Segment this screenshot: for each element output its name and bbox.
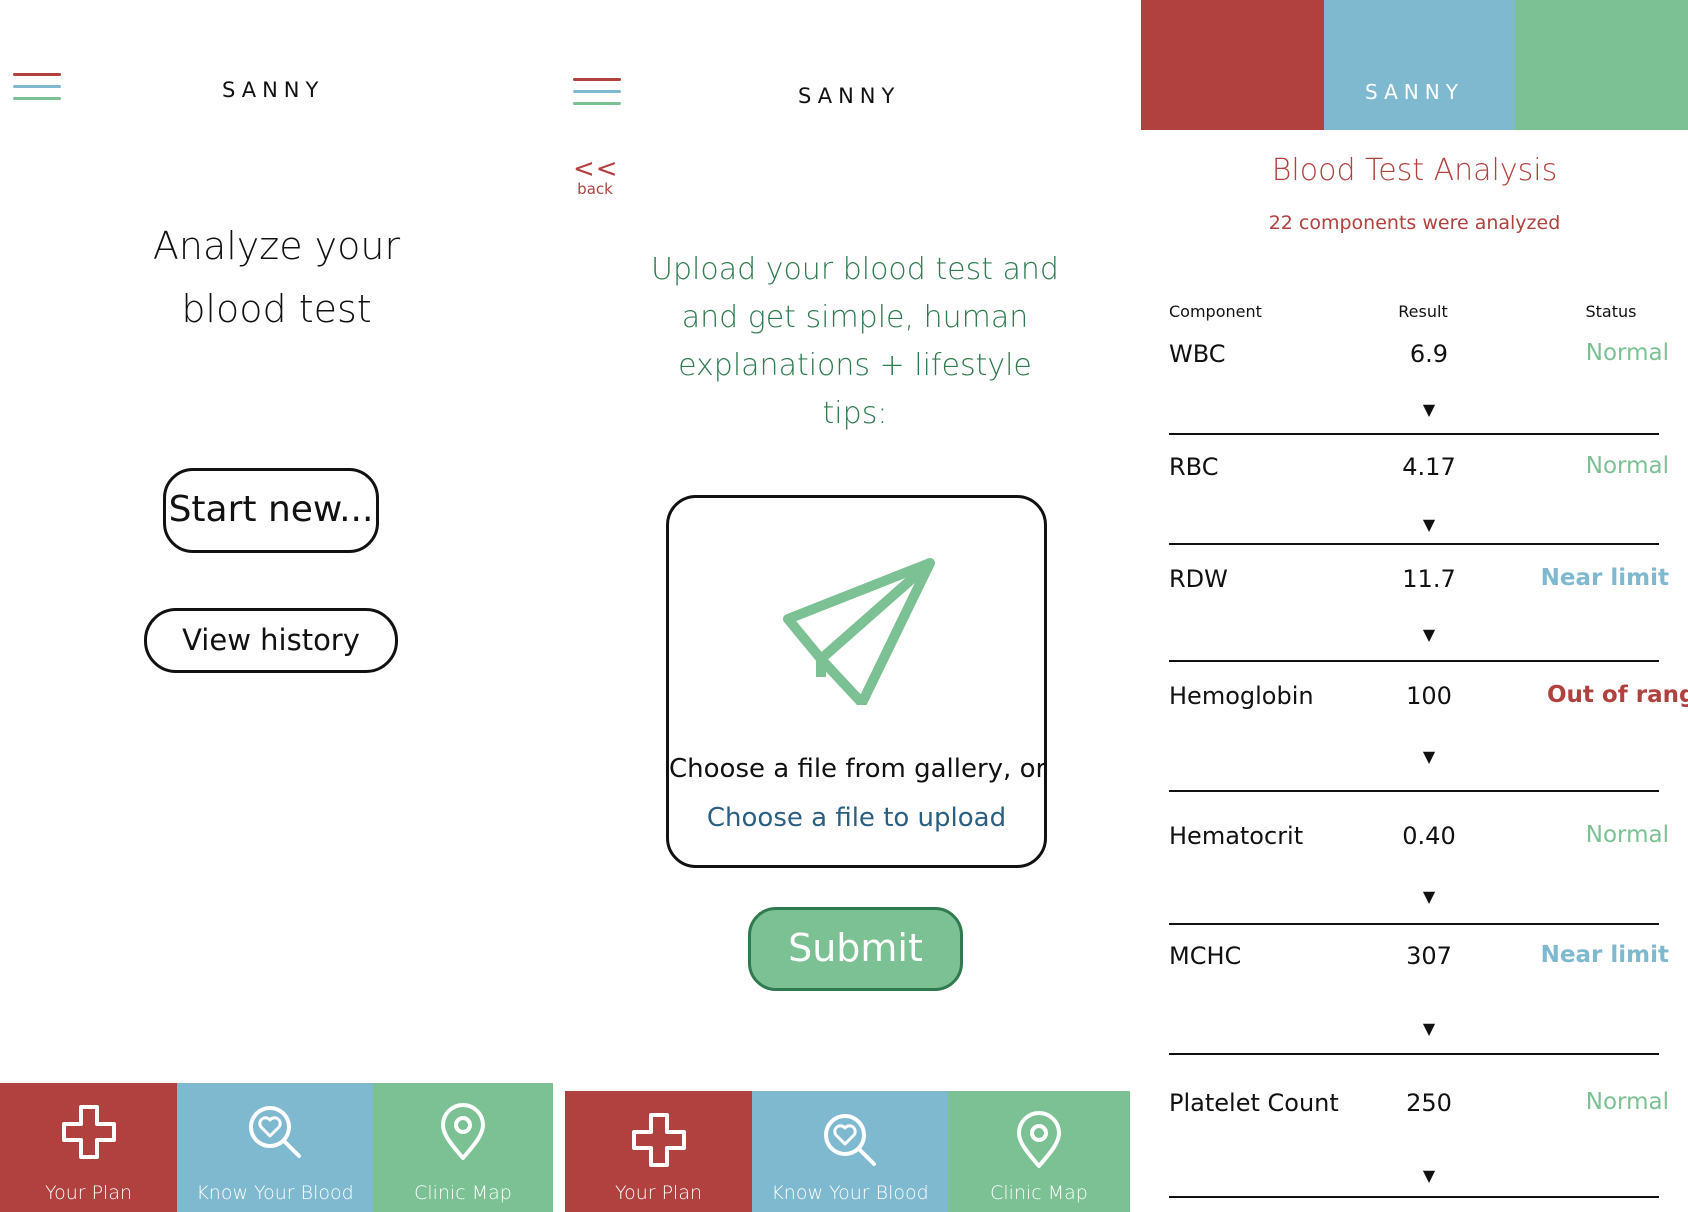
expand-arrow-icon[interactable]: ▼ (1399, 625, 1459, 644)
bottom-nav: Your Plan Know Your Blood Clinic Map (565, 1091, 1130, 1212)
medical-cross-icon (631, 1113, 686, 1167)
component-name: WBC (1169, 340, 1226, 368)
component-name: Hematocrit (1169, 822, 1304, 850)
tab-label: Your Plan (614, 1182, 703, 1204)
table-row[interactable]: RDW 11.7 ▼ Near limit (1169, 565, 1669, 662)
page-title: Analyze your blood test (0, 215, 553, 341)
tab-label: Your Plan (44, 1182, 133, 1204)
tab-your-plan[interactable]: Your Plan (565, 1091, 752, 1212)
analysis-screen: SANNY Blood Test Analysis 22 components … (1141, 0, 1688, 1212)
component-result: 250 (1406, 1089, 1452, 1117)
status-badge: Normal (1585, 1089, 1669, 1115)
tab-your-plan[interactable]: Your Plan (0, 1083, 177, 1212)
home-screen: SANNY Analyze your blood test Start new.… (0, 0, 553, 1212)
component-name: Hemoglobin (1169, 682, 1314, 710)
component-result: 6.9 (1409, 340, 1449, 368)
status-badge: Out of range (1547, 682, 1688, 708)
column-header-result: Result (1398, 302, 1448, 321)
intro-line: Upload your blood test and (651, 252, 1059, 287)
component-result: 100 (1406, 682, 1452, 710)
tab-label: Clinic Map (414, 1182, 512, 1204)
medical-cross-icon (61, 1105, 116, 1159)
back-button[interactable]: << back (573, 154, 619, 198)
back-chevron-icon: << (573, 154, 619, 184)
component-name: Platelet Count (1169, 1089, 1339, 1117)
status-badge: Near limit (1540, 942, 1669, 968)
table-row[interactable]: WBC 6.9 ▼ Normal (1169, 340, 1669, 435)
table-row[interactable]: MCHC 307 ▼ Near limit (1169, 942, 1669, 1055)
component-result: 11.7 (1402, 565, 1456, 593)
title-line: Analyze your (152, 224, 401, 268)
status-badge: Near limit (1540, 565, 1669, 591)
tab-know-your-blood[interactable]: Know Your Blood (752, 1091, 948, 1212)
tab-clinic-map[interactable]: Clinic Map (948, 1091, 1130, 1212)
start-new-button[interactable]: Start new... (163, 468, 379, 553)
status-badge: Normal (1585, 453, 1669, 479)
expand-arrow-icon[interactable]: ▼ (1399, 887, 1459, 906)
bottom-nav: Your Plan Know Your Blood Clinic Map (0, 1083, 553, 1212)
page-title: Blood Test Analysis (1271, 153, 1558, 188)
menu-icon[interactable] (13, 73, 61, 103)
analysis-summary: 22 components were analyzed (1268, 212, 1561, 234)
intro-line: and get simple, human (681, 300, 1029, 335)
choose-file-link[interactable]: Choose a file to upload (669, 803, 1044, 833)
header-block-blue (1324, 0, 1515, 130)
status-badge: Normal (1585, 822, 1669, 848)
expand-arrow-icon[interactable]: ▼ (1399, 1166, 1459, 1185)
brand-logo: SANNY (222, 78, 325, 102)
component-name: RDW (1169, 565, 1228, 593)
brand-logo: SANNY (1365, 80, 1464, 104)
magnifier-heart-icon (824, 1114, 876, 1166)
column-header-component: Component (1169, 302, 1262, 321)
expand-arrow-icon[interactable]: ▼ (1399, 747, 1459, 766)
menu-icon[interactable] (573, 78, 621, 108)
intro-line: explanations + lifestyle tips: (678, 348, 1032, 431)
magnifier-heart-icon (249, 1106, 301, 1158)
tab-label: Know Your Blood (196, 1182, 354, 1204)
header-bar (1141, 0, 1688, 130)
table-row[interactable]: Hematocrit 0.40 ▼ Normal (1169, 822, 1669, 925)
table-row[interactable]: Hemoglobin 100 ▼ Out of range (1169, 682, 1688, 792)
map-pin-icon (1017, 1111, 1061, 1168)
title-line: blood test (181, 287, 372, 331)
tab-label: Know Your Blood (771, 1182, 929, 1204)
file-upload-dropzone[interactable]: Choose a file from gallery, or Choose a … (666, 495, 1047, 868)
paper-plane-icon (783, 558, 935, 705)
table-row[interactable]: RBC 4.17 ▼ Normal (1169, 453, 1669, 545)
component-name: RBC (1169, 453, 1219, 481)
expand-arrow-icon[interactable]: ▼ (1399, 400, 1459, 419)
column-header-status: Status (1585, 302, 1637, 321)
map-pin-icon (441, 1103, 485, 1160)
tab-clinic-map[interactable]: Clinic Map (373, 1083, 553, 1212)
table-row[interactable]: Platelet Count 250 ▼ Normal (1169, 1089, 1669, 1198)
component-name: MCHC (1169, 942, 1242, 970)
submit-button[interactable]: Submit (748, 907, 963, 991)
component-result: 4.17 (1402, 453, 1456, 481)
expand-arrow-icon[interactable]: ▼ (1399, 515, 1459, 534)
expand-arrow-icon[interactable]: ▼ (1399, 1019, 1459, 1038)
tab-know-your-blood[interactable]: Know Your Blood (177, 1083, 373, 1212)
brand-logo: SANNY (798, 84, 901, 108)
upload-intro: Upload your blood test and and get simpl… (645, 246, 1065, 438)
status-badge: Normal (1585, 340, 1669, 366)
gallery-text: Choose a file from gallery, or (669, 754, 1047, 784)
component-result: 0.40 (1402, 822, 1456, 850)
header-block-red (1141, 0, 1324, 130)
view-history-button[interactable]: View history (144, 608, 398, 673)
tab-label: Clinic Map (990, 1182, 1088, 1204)
upload-screen: SANNY << back Upload your blood test and… (565, 0, 1130, 1212)
header-block-green (1515, 0, 1688, 130)
component-result: 307 (1406, 942, 1452, 970)
back-label: back (577, 180, 613, 198)
